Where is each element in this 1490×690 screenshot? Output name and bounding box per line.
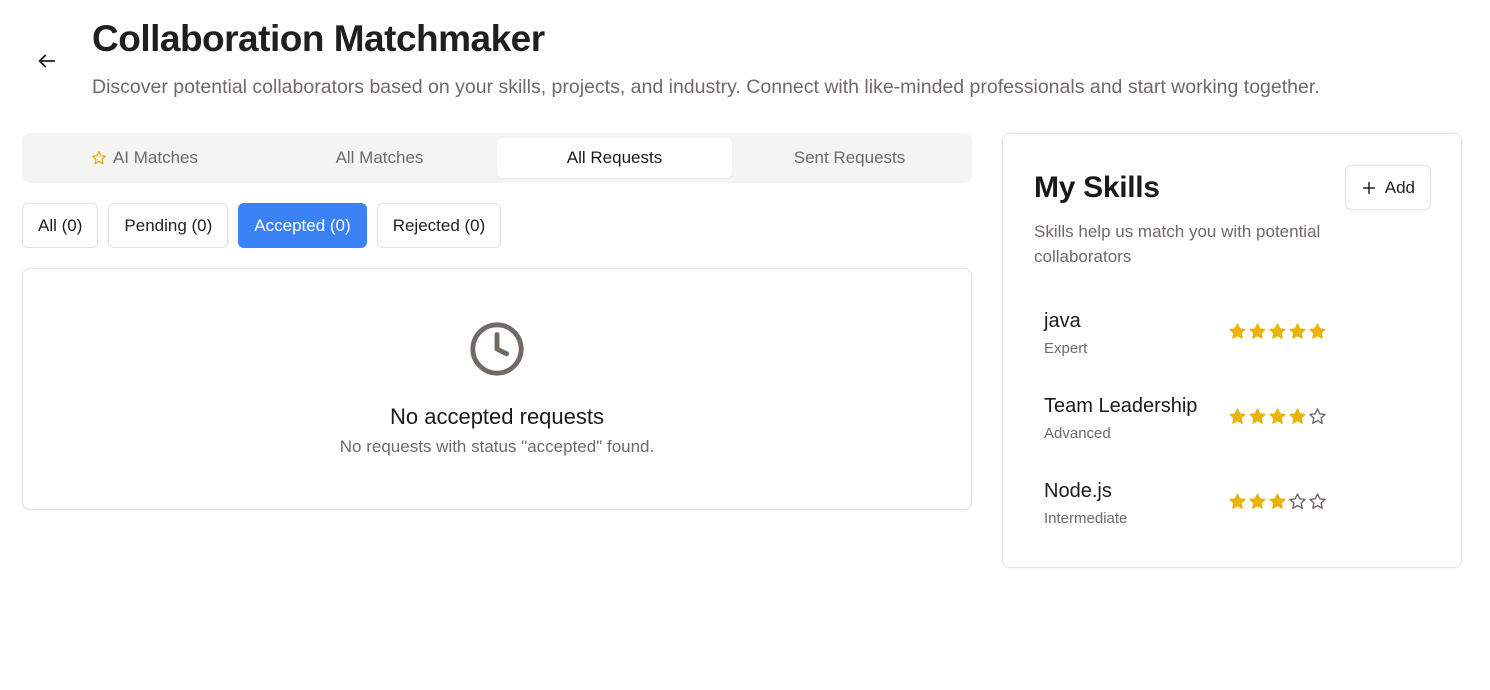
plus-icon [1362,181,1375,194]
skill-level: Intermediate [1044,510,1128,527]
star-filled-icon [1269,408,1286,424]
requests-empty-state: No accepted requests No requests with st… [22,268,972,510]
filter-all-button[interactable]: All (0) [22,203,99,248]
tab-label: AI Matches [112,148,199,167]
status-filter-group: All (0) Pending (0) Accepted (0) Rejecte… [22,203,502,248]
tab-label: All Requests [566,148,663,167]
star-filled-icon [1249,493,1266,509]
skills-description: Skills help us match you with potential … [1034,222,1321,266]
skill-item: Node.js Intermediate [1044,480,1424,540]
star-empty-icon [1309,408,1326,424]
star-filled-icon [1309,323,1326,339]
star-outline-icon [91,151,106,165]
page-title: Collaboration Matchmaker [92,18,545,59]
tab-all-matches[interactable]: All Matches [262,138,497,178]
filter-accepted-button[interactable]: Accepted (0) [238,203,367,248]
filter-rejected-button[interactable]: Rejected (0) [376,203,502,248]
star-filled-icon [1249,408,1266,424]
skill-level: Advanced [1044,425,1111,442]
add-skill-button[interactable]: Add [1344,165,1431,210]
star-filled-icon [1249,323,1266,339]
tab-ai-matches[interactable]: AI Matches [27,138,262,178]
skill-item: Team Leadership Advanced [1044,395,1424,455]
skill-name: Team Leadership [1044,395,1198,417]
skill-rating [1228,492,1327,511]
star-filled-icon [1229,408,1246,424]
star-filled-icon [1269,323,1286,339]
star-empty-icon [1289,493,1306,509]
tab-sent-requests[interactable]: Sent Requests [732,138,967,178]
collaboration-matchmaker-page: Collaboration Matchmaker Discover potent… [0,0,1490,690]
skill-rating [1228,322,1327,341]
skill-level: Expert [1044,340,1088,357]
tab-bar: AI Matches All Matches All Requests Sent… [22,133,972,183]
star-empty-icon [1309,493,1326,509]
empty-state-message: No requests with status "accepted" found… [339,437,655,456]
tab-label: All Matches [335,148,424,167]
arrow-left-icon [38,54,56,68]
star-filled-icon [1289,323,1306,339]
tab-label: Sent Requests [793,148,906,167]
empty-state-title: No accepted requests [389,404,605,429]
page-subtitle: Discover potential collaborators based o… [92,76,1320,98]
skill-rating [1228,407,1327,426]
star-filled-icon [1229,493,1246,509]
skill-name: java [1044,310,1081,332]
star-filled-icon [1229,323,1246,339]
skill-item: java Expert [1044,310,1424,370]
star-filled-icon [1269,493,1286,509]
tab-all-requests[interactable]: All Requests [497,138,732,178]
add-skill-label: Add [1384,177,1415,197]
skills-title: My Skills [1034,171,1160,204]
filter-pending-button[interactable]: Pending (0) [108,203,229,248]
my-skills-card: My Skills Add Skills help us match you w… [1002,133,1462,568]
back-button[interactable] [32,46,62,76]
clock-icon [470,322,524,376]
skill-name: Node.js [1044,480,1112,502]
star-filled-icon [1289,408,1306,424]
